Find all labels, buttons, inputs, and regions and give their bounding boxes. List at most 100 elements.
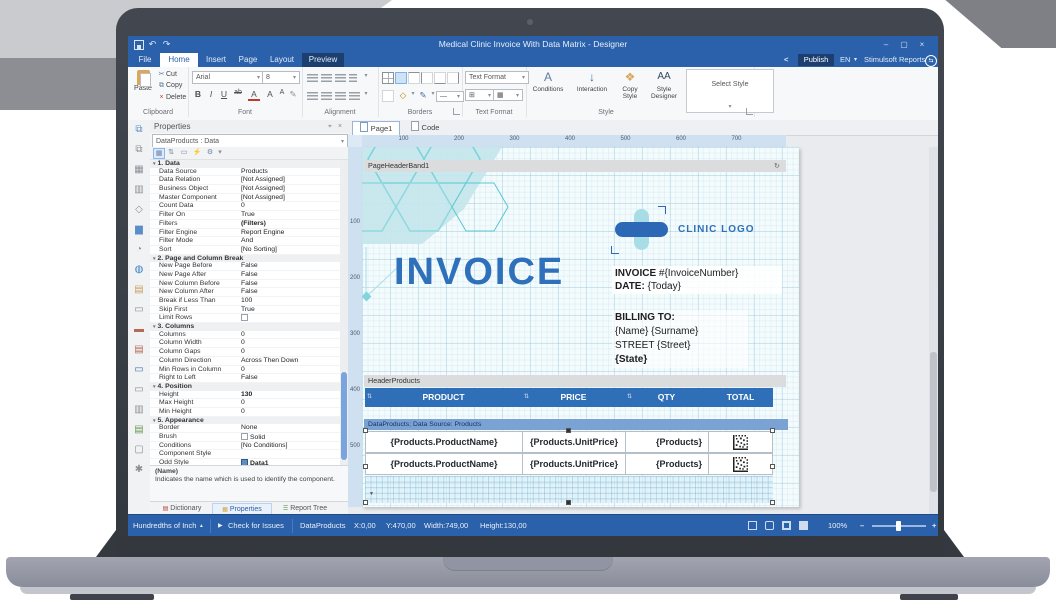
- alphabetical-sort-icon[interactable]: ⇅: [166, 148, 176, 157]
- cell-barcode[interactable]: [708, 453, 773, 475]
- cell-product-name[interactable]: {Products.ProductName}: [365, 453, 523, 475]
- interaction-button[interactable]: ↓Interaction: [570, 69, 614, 113]
- property-row-height[interactable]: Height130: [150, 391, 340, 400]
- property-row-sort[interactable]: Sort[No Sorting]: [150, 246, 340, 255]
- toolbox-gauge-icon[interactable]: ◔: [128, 240, 150, 260]
- tab-dictionary[interactable]: ▤Dictionary: [154, 503, 210, 514]
- report-page[interactable]: PageHeaderBand1 ↻ CLINIC LOGO INVOICE: [362, 147, 799, 507]
- categorized-view-icon[interactable]: ▦: [153, 148, 165, 159]
- refresh-icon[interactable]: ↻: [774, 160, 780, 172]
- property-row-filter-engine[interactable]: Filter EngineReport Engine: [150, 229, 340, 238]
- select-style-box[interactable]: Select Style: [686, 69, 774, 105]
- property-row-filters[interactable]: Filters(Filters): [150, 220, 340, 229]
- selection-handle[interactable]: [363, 428, 368, 433]
- cell-qty[interactable]: {Products}: [625, 453, 709, 475]
- border-bottom-button[interactable]: [434, 72, 446, 84]
- property-row-min-height[interactable]: Min Height0: [150, 408, 340, 417]
- events-icon[interactable]: ⚡: [192, 148, 202, 157]
- property-row-min-rows-in-column[interactable]: Min Rows in Column0: [150, 366, 340, 375]
- copy-style-button[interactable]: ❖Copy Style: [616, 69, 644, 113]
- align-top-button[interactable]: [307, 74, 318, 82]
- zoom-slider-thumb[interactable]: [896, 521, 901, 531]
- view-mode-whole-icon[interactable]: [799, 521, 808, 530]
- grow-font-button[interactable]: A: [264, 89, 276, 99]
- panel-close-icon[interactable]: ×: [338, 120, 342, 133]
- align-bottom-button[interactable]: [335, 74, 346, 82]
- logo-cross-horizontal[interactable]: [615, 222, 668, 237]
- invoice-title[interactable]: INVOICE: [394, 251, 564, 294]
- border-left-button[interactable]: [421, 72, 433, 84]
- toolbox-barcode-icon[interactable]: ▥: [128, 180, 150, 200]
- conditions-button[interactable]: AConditions: [528, 69, 568, 113]
- clear-format-icon[interactable]: ✎: [287, 89, 299, 100]
- property-section-header[interactable]: ▾2. Page and Column Break: [150, 255, 340, 263]
- share-icon[interactable]: <: [784, 53, 788, 67]
- property-row-data-relation[interactable]: Data Relation[Not Assigned]: [150, 176, 340, 185]
- property-row-skip-first[interactable]: Skip FirstTrue: [150, 306, 340, 315]
- border-none-button[interactable]: [382, 90, 394, 102]
- align-center-button[interactable]: [321, 92, 332, 100]
- toolbox-band-data-icon[interactable]: ▤: [128, 340, 150, 360]
- tab-page[interactable]: Page: [234, 53, 262, 67]
- property-row-conditions[interactable]: Conditions[No Conditions]: [150, 442, 340, 451]
- toolbox-clone-icon[interactable]: ⧉: [128, 120, 150, 140]
- billing-block[interactable]: BILLING TO: {Name} {Surname} STREET {Str…: [612, 310, 748, 368]
- property-section-header[interactable]: ▾3. Columns: [150, 323, 340, 331]
- property-row-new-page-after[interactable]: New Page AfterFalse: [150, 271, 340, 280]
- property-row-new-column-before[interactable]: New Column BeforeFalse: [150, 280, 340, 289]
- property-row-right-to-left[interactable]: Right to LeftFalse: [150, 374, 340, 383]
- selection-handle[interactable]: [770, 428, 775, 433]
- borders-dialog-launcher-icon[interactable]: [453, 108, 460, 115]
- font-size-select[interactable]: 8▾: [262, 71, 300, 84]
- property-row-master-component[interactable]: Master Component[Not Assigned]: [150, 194, 340, 203]
- cell-product-name[interactable]: {Products.ProductName}: [365, 431, 523, 453]
- toolbox-band-group-header-icon[interactable]: ▬: [128, 320, 150, 340]
- checkbox[interactable]: [241, 433, 248, 440]
- publish-button[interactable]: Publish: [798, 54, 834, 66]
- toolbox-map-icon[interactable]: ◍: [128, 260, 150, 280]
- underline-button[interactable]: U: [218, 89, 230, 99]
- property-row-brush[interactable]: BrushSolid: [150, 433, 340, 442]
- selection-handle[interactable]: [363, 464, 368, 469]
- style-dialog-launcher-icon[interactable]: [746, 108, 753, 115]
- toolbox-band-page-header-icon[interactable]: ▭: [128, 300, 150, 320]
- align-left-button[interactable]: [307, 92, 318, 100]
- table-header-qty[interactable]: ⇅QTY: [625, 388, 709, 407]
- copy-button[interactable]: ⧉Copy: [157, 82, 187, 92]
- selection-handle[interactable]: [363, 500, 368, 505]
- check-for-issues-button[interactable]: Check for Issues: [228, 515, 284, 536]
- band-data-products[interactable]: DataProducts; Data Source: Products: [364, 419, 788, 430]
- zoom-in-button[interactable]: +: [932, 515, 936, 536]
- border-style-select[interactable]: —▾: [436, 91, 464, 102]
- bold-button[interactable]: B: [192, 89, 204, 99]
- tab-code[interactable]: Code: [404, 121, 446, 135]
- canvas-scrollbar[interactable]: [929, 147, 938, 514]
- band-page-header[interactable]: PageHeaderBand1 ↻: [364, 160, 786, 172]
- paste-button[interactable]: Paste: [131, 70, 155, 106]
- cell-barcode[interactable]: [708, 431, 773, 453]
- units-selector[interactable]: Hundredths of Inch: [133, 515, 196, 536]
- font-color-button[interactable]: A: [248, 89, 260, 101]
- scrollbar-thumb[interactable]: [930, 352, 937, 492]
- minimize-button[interactable]: –: [878, 36, 894, 53]
- checkbox[interactable]: [241, 314, 248, 321]
- table-header-total[interactable]: TOTAL: [708, 388, 773, 407]
- language-select[interactable]: EN: [840, 53, 850, 67]
- align-right-button[interactable]: [335, 92, 346, 100]
- tab-home[interactable]: Home: [160, 53, 198, 67]
- text-format-option-2[interactable]: ▦▾: [493, 89, 523, 101]
- table-header-price[interactable]: ⇅PRICE: [522, 388, 626, 407]
- view-mode-split-icon[interactable]: [782, 521, 791, 530]
- property-row-columns[interactable]: Columns0: [150, 331, 340, 340]
- property-row-new-column-after[interactable]: New Column AfterFalse: [150, 288, 340, 297]
- tab-preview[interactable]: Preview: [302, 53, 344, 67]
- toolbox-band-child-icon[interactable]: ▤: [128, 420, 150, 440]
- align-justify-button[interactable]: [349, 92, 360, 100]
- rotate-text-button[interactable]: [349, 74, 357, 82]
- view-mode-continuous-icon[interactable]: [765, 521, 774, 530]
- selection-handle[interactable]: [566, 500, 571, 505]
- selection-handle[interactable]: [770, 464, 775, 469]
- toolbox-cross-tab-icon[interactable]: ▦: [128, 160, 150, 180]
- zoom-out-button[interactable]: –: [860, 515, 864, 536]
- property-row-break-if-less-than[interactable]: Break if Less Than100: [150, 297, 340, 306]
